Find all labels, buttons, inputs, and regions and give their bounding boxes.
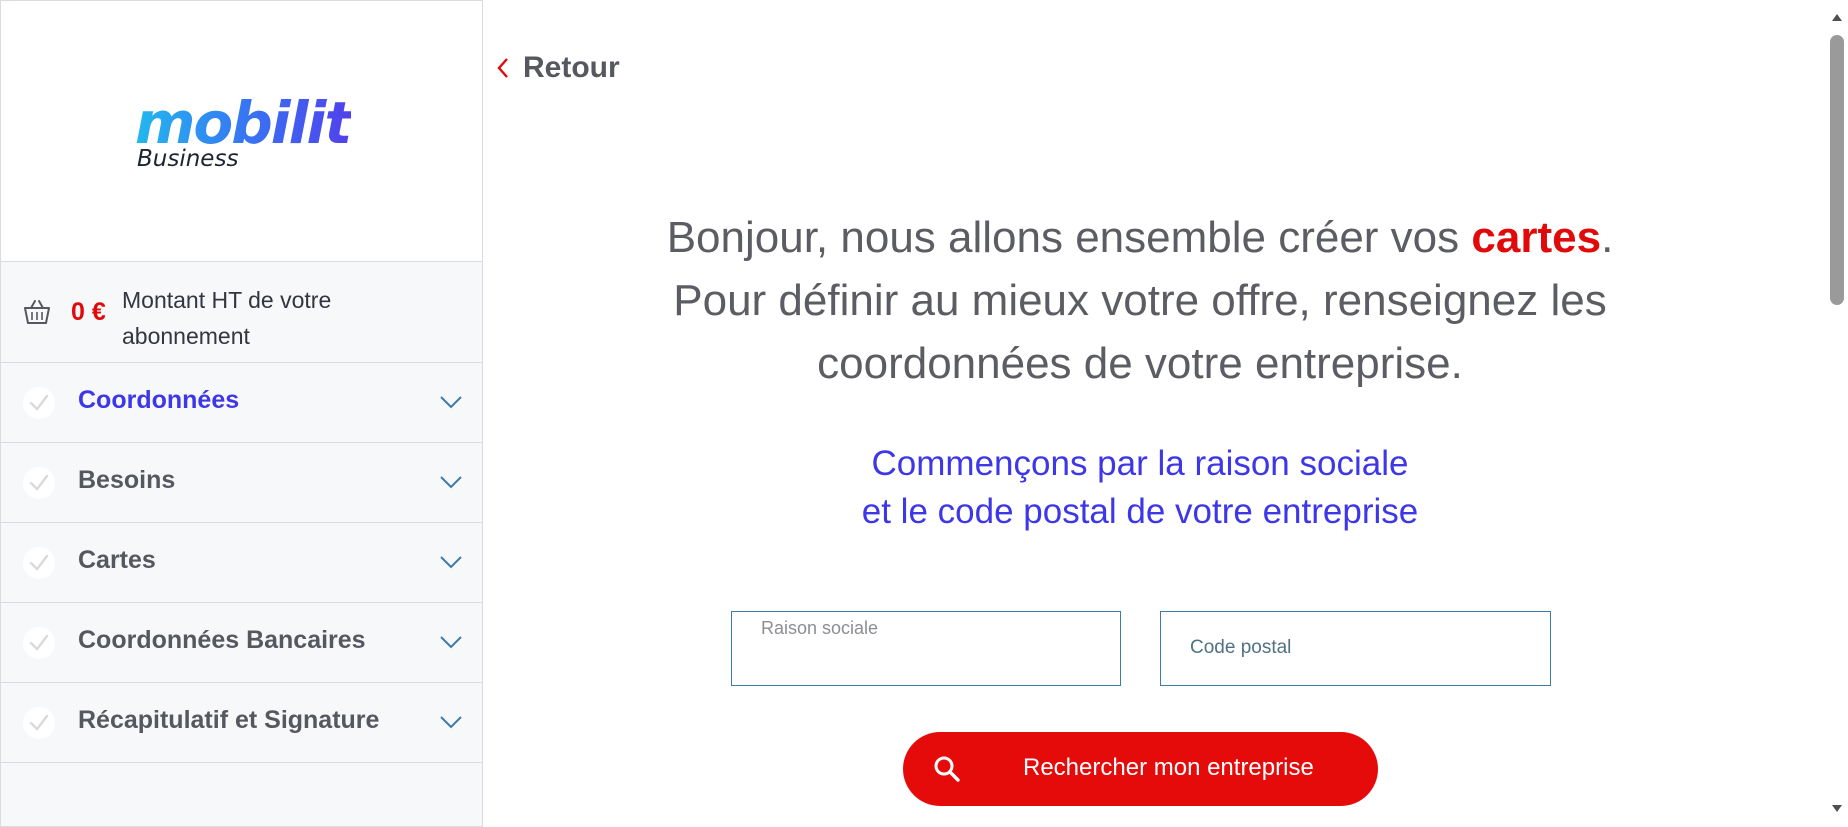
step-label: Besoins [78,466,176,494]
amount-value: 0 € [71,298,106,326]
back-label: Retour [523,51,620,84]
step-label: Coordonnées [78,386,240,414]
amount-label: Montant HT de votre abonnement [122,287,332,349]
step-coordonnees-bancaires[interactable]: Coordonnées Bancaires [1,603,482,683]
step-label: Cartes [78,546,156,574]
chevron-down-icon[interactable] [439,555,463,574]
mobility-logo-icon: mobility [135,89,351,151]
headline-accent: cartes [1471,213,1602,262]
chevron-down-icon[interactable] [439,635,463,654]
chevron-down-icon[interactable] [439,475,463,494]
search-button-label: Rechercher mon entreprise [1023,754,1314,781]
page-subheading: Commençons par la raison sociale et le c… [700,440,1580,536]
check-icon [23,547,55,579]
company-name-field[interactable]: Raison sociale [731,611,1121,686]
check-icon [23,627,55,659]
sidebar: mobility Business 0 € Montant HT de votr… [0,0,483,827]
postal-code-input[interactable] [1190,612,1530,684]
page-headline: Bonjour, nous allons ensemble créer vos … [580,206,1700,395]
search-icon [933,755,961,786]
chevron-down-icon[interactable] [439,395,463,414]
subscription-amount: 0 € Montant HT de votre abonnement [1,262,482,363]
subheading-line-2: et le code postal de votre entreprise [861,492,1419,531]
chevron-down-icon[interactable] [439,715,463,734]
step-label: Récapitulatif et Signature [78,706,380,734]
check-icon [23,467,55,499]
scrollbar[interactable] [1826,0,1848,827]
subheading-line-1: Commençons par la raison sociale [871,444,1409,483]
headline-line-1: Bonjour, nous allons ensemble créer vos … [666,213,1614,262]
check-icon [23,387,55,419]
headline-line-3: coordonnées de votre entreprise. [817,339,1463,388]
step-besoins[interactable]: Besoins [1,443,482,523]
headline-line-2: Pour définir au mieux votre offre, rense… [673,276,1607,325]
search-company-button[interactable]: Rechercher mon entreprise [903,732,1378,806]
company-name-input[interactable] [761,612,1101,684]
basket-icon [23,299,51,330]
svg-text:mobility: mobility [135,89,351,151]
back-link[interactable]: Retour [497,50,620,86]
step-coordonnees[interactable]: Coordonnées [1,363,482,443]
chevron-left-icon [497,58,508,78]
logo-subtext: Business [137,146,239,172]
step-label: Coordonnées Bancaires [78,626,366,654]
step-recapitulatif-signature[interactable]: Récapitulatif et Signature [1,683,482,763]
logo: mobility Business [1,1,482,262]
postal-code-field[interactable] [1160,611,1551,686]
check-icon [23,707,55,739]
scroll-up-icon[interactable] [1831,12,1843,22]
step-cartes[interactable]: Cartes [1,523,482,603]
scroll-down-icon[interactable] [1831,804,1843,814]
scrollbar-thumb[interactable] [1830,35,1844,305]
